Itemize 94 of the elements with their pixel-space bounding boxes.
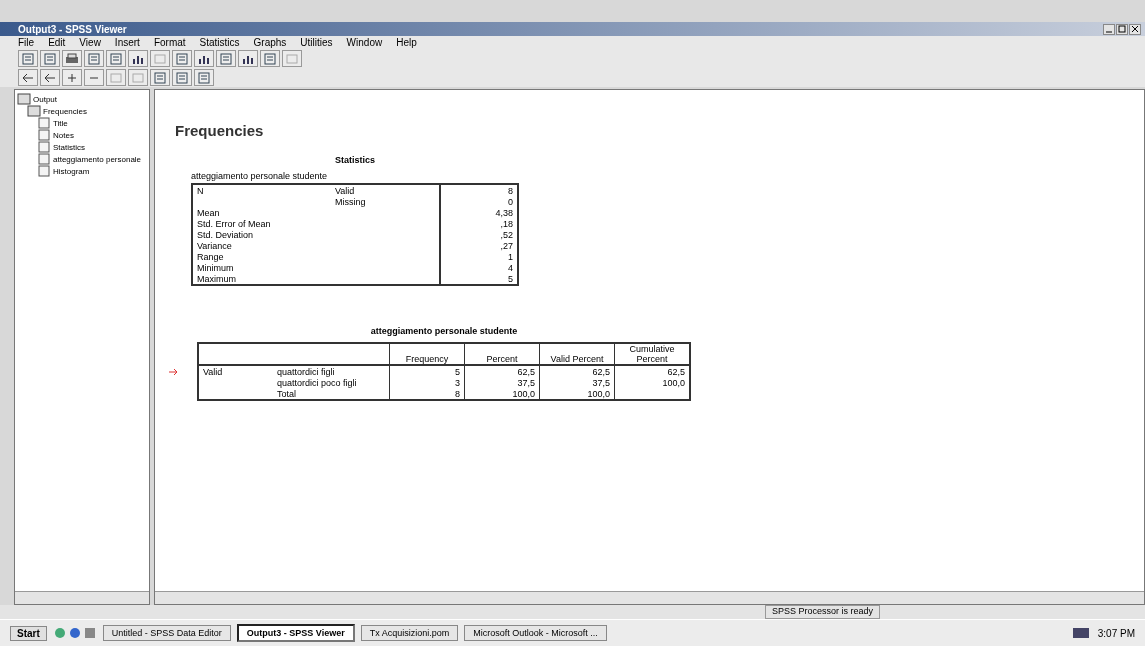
table-cell: 37,5 — [464, 377, 540, 388]
table-cell: 8 — [389, 388, 465, 400]
taskbar-button[interactable]: Output3 - SPSS Viewer — [236, 624, 355, 642]
minimize-button[interactable] — [1103, 23, 1115, 35]
table-cell: 62,5 — [464, 365, 540, 377]
taskbar-button[interactable]: Microsoft Outlook - Microsoft ... — [464, 625, 607, 641]
table-cell: ,18 — [440, 218, 518, 229]
table-cell: 3 — [389, 377, 465, 388]
table-cell: Missing — [331, 196, 440, 207]
toolbar-button[interactable] — [40, 69, 60, 86]
table-cell: Minimum — [192, 262, 331, 273]
book-icon — [27, 105, 41, 117]
start-button[interactable]: Start — [10, 625, 47, 641]
column-header: Cumulative Percent — [614, 343, 690, 365]
table-cell: ,27 — [440, 240, 518, 251]
outline-item[interactable]: atteggiamento personale — [53, 154, 142, 164]
maximize-icon — [1118, 25, 1126, 33]
table-cell: 62,5 — [614, 365, 690, 377]
clock: 3:07 PM — [1097, 627, 1135, 639]
toolbar-button[interactable] — [128, 50, 148, 67]
table-cell: 0 — [440, 196, 518, 207]
outline-item[interactable]: Histogram — [53, 166, 90, 176]
outline-item[interactable]: Output — [33, 94, 57, 104]
column-header: Valid Percent — [539, 343, 615, 365]
scrollbar[interactable] — [155, 591, 1144, 604]
arrow-icon — [21, 71, 35, 84]
selection-arrow-icon — [169, 368, 177, 376]
table-cell: 100,0 — [614, 377, 690, 388]
menu-item[interactable]: Help — [396, 37, 417, 48]
status-message: SPSS Processor is ready — [764, 605, 880, 619]
page-icon — [37, 117, 51, 129]
quick-launch-icons[interactable] — [52, 626, 97, 640]
table-cell: Valid — [331, 184, 440, 196]
outline-item[interactable]: Statistics — [53, 142, 85, 152]
arrow-icon — [43, 71, 57, 84]
table-cell: quattordici figli — [273, 365, 390, 377]
toolbar-button[interactable] — [62, 50, 82, 67]
column-header: Percent — [464, 343, 540, 365]
table-cell: 4 — [440, 262, 518, 273]
table-cell: 37,5 — [539, 377, 615, 388]
table-cell: Range — [192, 251, 331, 262]
table-cell: Mean — [192, 207, 331, 218]
menu-item[interactable]: Format — [153, 37, 186, 48]
window-title: Output3 - SPSS Viewer — [18, 23, 127, 35]
maximize-button[interactable] — [1116, 23, 1128, 35]
outline-item[interactable]: Notes — [53, 130, 74, 140]
table-cell: 100,0 — [539, 388, 615, 400]
page-icon — [37, 141, 51, 153]
menu-item[interactable]: View — [79, 37, 101, 48]
table-cell: 5 — [440, 273, 518, 285]
close-button[interactable] — [1129, 23, 1141, 35]
page-icon — [37, 129, 51, 141]
table-cell: 100,0 — [464, 388, 540, 400]
menu-item[interactable]: Edit — [48, 37, 66, 48]
book-icon — [17, 93, 31, 105]
monitor-icon — [1071, 627, 1090, 639]
table-cell: Variance — [192, 240, 331, 251]
table-cell: 5 — [389, 365, 465, 377]
menu-item[interactable]: Insert — [114, 37, 140, 48]
toolbar-button[interactable] — [238, 50, 258, 67]
table-cell: 62,5 — [539, 365, 615, 377]
table-cell: Total — [273, 388, 390, 400]
page-icon — [37, 153, 51, 165]
column-header: Frequency — [389, 343, 465, 365]
table-cell: N — [192, 184, 331, 196]
variable-label: atteggiamento personale studente — [191, 171, 329, 181]
table-cell: Std. Error of Mean — [192, 218, 331, 229]
outline-item[interactable]: Frequencies — [43, 106, 88, 116]
menu-item[interactable]: File — [18, 37, 35, 48]
menu-item[interactable]: Graphs — [253, 37, 287, 48]
table-title: atteggiamento personale studente — [369, 326, 519, 336]
plus-icon — [65, 71, 79, 84]
outline-item[interactable]: Title — [53, 118, 68, 128]
table-cell: ,52 — [440, 229, 518, 240]
taskbar-button[interactable]: Tx Acquisizioni.pom — [360, 625, 459, 641]
table-cell: 4,38 — [440, 207, 518, 218]
menu-item[interactable]: Window — [346, 37, 383, 48]
table-cell: Valid — [198, 365, 273, 377]
printer-icon — [65, 52, 79, 65]
table-cell: Maximum — [192, 273, 331, 285]
menu-item[interactable]: Utilities — [300, 37, 333, 48]
close-icon — [1131, 25, 1139, 33]
page-icon — [37, 165, 51, 177]
table-cell: quattordici poco figli — [273, 377, 390, 388]
table-cell: Std. Deviation — [192, 229, 331, 240]
taskbar-button[interactable]: Untitled - SPSS Data Editor — [102, 625, 231, 641]
toolbar-button[interactable] — [18, 69, 38, 86]
table-cell: 1 — [440, 251, 518, 262]
toolbar-button[interactable] — [194, 50, 214, 67]
output-heading: Frequencies — [175, 122, 265, 139]
table-title: Statistics — [334, 155, 376, 165]
table-cell: 8 — [440, 184, 518, 196]
menu-item[interactable]: Statistics — [199, 37, 240, 48]
scrollbar[interactable] — [15, 591, 149, 604]
